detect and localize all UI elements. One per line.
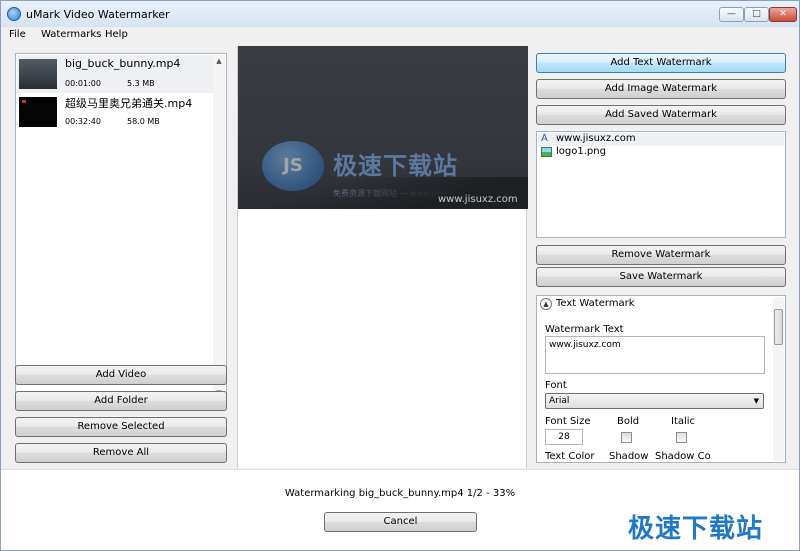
watermark-text-label: Watermark Text bbox=[545, 324, 624, 335]
properties-scrollbar[interactable] bbox=[773, 297, 784, 461]
bold-checkbox[interactable] bbox=[621, 432, 632, 443]
main-area: big_buck_bunny.mp4 00:01:00 5.3 MB 超级马里奥… bbox=[7, 45, 793, 469]
cancel-button[interactable]: Cancel bbox=[324, 512, 477, 532]
video-size: 58.0 MB bbox=[127, 117, 160, 126]
watermark-text-input[interactable]: www.jisuxz.com bbox=[545, 336, 765, 374]
font-size-label: Font Size bbox=[545, 416, 591, 427]
close-button[interactable]: ✕ bbox=[769, 7, 797, 22]
collapse-icon[interactable]: ▲ bbox=[540, 298, 552, 310]
video-item[interactable]: big_buck_bunny.mp4 00:01:00 5.3 MB bbox=[17, 55, 213, 93]
remove-watermark-button[interactable]: Remove Watermark bbox=[536, 245, 786, 265]
add-text-watermark-button[interactable]: Add Text Watermark bbox=[536, 53, 786, 73]
add-image-watermark-button[interactable]: Add Image Watermark bbox=[536, 79, 786, 99]
maximize-button[interactable]: □ bbox=[744, 7, 769, 22]
video-thumbnail bbox=[19, 59, 57, 89]
font-select[interactable]: Arial ▼ bbox=[545, 393, 764, 409]
video-duration: 00:32:40 bbox=[65, 117, 101, 126]
app-window: uMark Video Watermarker — □ ✕ File Water… bbox=[0, 0, 800, 551]
font-select-value: Arial bbox=[549, 396, 570, 406]
watermark-item-label: www.jisuxz.com bbox=[556, 133, 636, 144]
brand-watermark-logo: 极速下载站 bbox=[628, 514, 764, 544]
window-title: uMark Video Watermarker bbox=[26, 8, 170, 21]
video-thumbnail bbox=[19, 97, 57, 127]
font-size-input[interactable]: 28 bbox=[545, 429, 583, 445]
bold-label: Bold bbox=[617, 416, 640, 427]
shadow-label: Shadow bbox=[609, 451, 649, 462]
video-duration: 00:01:00 bbox=[65, 79, 101, 88]
title-bar: uMark Video Watermarker — □ ✕ bbox=[1, 1, 799, 27]
italic-label: Italic bbox=[671, 416, 696, 427]
watermark-overlay-url[interactable]: www.jisuxz.com bbox=[438, 194, 518, 205]
watermark-item-label: logo1.png bbox=[556, 146, 606, 157]
menu-bar: File Watermarks Help bbox=[1, 27, 799, 43]
watermark-item[interactable]: logo1.png bbox=[538, 146, 784, 159]
add-saved-watermark-button[interactable]: Add Saved Watermark bbox=[536, 105, 786, 125]
status-area: Watermarking big_buck_bunny.mp4 1/2 - 33… bbox=[1, 469, 799, 550]
chevron-down-icon: ▼ bbox=[753, 397, 759, 405]
menu-file[interactable]: File bbox=[9, 29, 26, 40]
shadow-color-label: Shadow Colo bbox=[655, 451, 711, 462]
app-logo-icon bbox=[7, 7, 21, 21]
video-size: 5.3 MB bbox=[127, 79, 155, 88]
add-folder-button[interactable]: Add Folder bbox=[15, 391, 227, 411]
video-name: big_buck_bunny.mp4 bbox=[65, 57, 181, 70]
preview-pane: JS 极速下载站 免费资源下载网站 — www.jisuxz.com www.j… bbox=[237, 46, 528, 468]
video-list[interactable]: big_buck_bunny.mp4 00:01:00 5.3 MB 超级马里奥… bbox=[15, 53, 227, 401]
properties-section-title[interactable]: Text Watermark bbox=[556, 298, 635, 309]
menu-help[interactable]: Help bbox=[105, 29, 128, 40]
minimize-button[interactable]: — bbox=[719, 7, 744, 22]
add-video-button[interactable]: Add Video bbox=[15, 365, 227, 385]
font-label: Font bbox=[545, 380, 567, 391]
progress-status-text: Watermarking big_buck_bunny.mp4 1/2 - 33… bbox=[284, 488, 516, 499]
menu-watermarks[interactable]: Watermarks bbox=[41, 29, 101, 40]
video-preview[interactable]: JS 极速下载站 免费资源下载网站 — www.jisuxz.com www.j… bbox=[238, 46, 528, 209]
italic-checkbox[interactable] bbox=[676, 432, 687, 443]
watermark-list[interactable]: A www.jisuxz.com logo1.png bbox=[536, 131, 786, 238]
text-color-label: Text Color bbox=[545, 451, 595, 462]
remove-selected-button[interactable]: Remove Selected bbox=[15, 417, 227, 437]
video-item[interactable]: 超级马里奥兄弟通关.mp4 00:32:40 58.0 MB bbox=[17, 93, 213, 131]
watermark-overlay-title: 极速下载站 bbox=[333, 152, 458, 180]
video-name: 超级马里奥兄弟通关.mp4 bbox=[65, 97, 193, 110]
watermark-panel: Add Text Watermark Add Image Watermark A… bbox=[535, 45, 787, 469]
scroll-up-icon[interactable]: ▲ bbox=[213, 55, 225, 67]
video-list-scrollbar[interactable]: ▲ ▼ bbox=[213, 55, 225, 399]
watermark-item[interactable]: A www.jisuxz.com bbox=[538, 133, 784, 146]
watermark-logo-icon: JS bbox=[262, 141, 324, 191]
save-watermark-button[interactable]: Save Watermark bbox=[536, 267, 786, 287]
text-icon: A bbox=[541, 133, 548, 144]
remove-all-button[interactable]: Remove All bbox=[15, 443, 227, 463]
scrollbar-thumb[interactable] bbox=[774, 309, 783, 345]
image-icon bbox=[541, 147, 552, 157]
watermark-properties: ▲ Text Watermark Watermark Text www.jisu… bbox=[536, 295, 786, 463]
